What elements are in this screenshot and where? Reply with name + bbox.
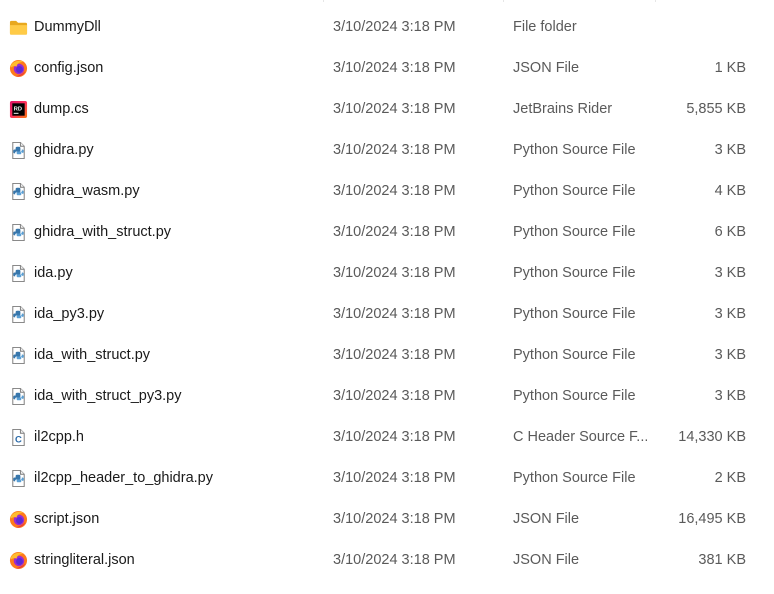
file-name: ida.py	[34, 265, 73, 281]
file-size: 3 KB	[714, 142, 746, 158]
file-type: JetBrains Rider	[513, 101, 613, 117]
svg-text:C: C	[15, 434, 22, 445]
file-size: 381 KB	[698, 552, 746, 568]
file-name: ghidra.py	[34, 142, 94, 158]
file-type: Python Source File	[513, 142, 636, 158]
file-size: 14,330 KB	[678, 429, 746, 445]
file-type: JSON File	[513, 60, 580, 76]
python-file-icon	[9, 469, 28, 488]
file-size: 6 KB	[714, 224, 746, 240]
file-date-modified: 3/10/2024 3:18 PM	[333, 470, 456, 486]
file-row[interactable]: stringliteral.json 3/10/2024 3:18 PM JSON …	[0, 540, 774, 581]
file-size: 2 KB	[714, 470, 746, 486]
file-date-modified: 3/10/2024 3:18 PM	[333, 265, 456, 281]
file-name: ghidra_wasm.py	[34, 183, 140, 199]
file-type: JSON File	[513, 552, 580, 568]
python-file-icon	[9, 223, 28, 242]
firefox-icon	[9, 59, 28, 78]
file-type: Python Source File	[513, 224, 636, 240]
file-date-modified: 3/10/2024 3:18 PM	[333, 60, 456, 76]
file-row[interactable]: ida_with_struct_py3.py 3/10/2024 3:18 PM P…	[0, 376, 774, 417]
file-type: C Header Source F...	[513, 429, 647, 445]
column-divider[interactable]	[323, 0, 324, 2]
file-name: script.json	[34, 511, 100, 527]
file-size: 4 KB	[714, 183, 746, 199]
c-header-file-icon: C	[9, 428, 28, 447]
python-file-icon	[9, 264, 28, 283]
file-row[interactable]: ida_with_struct.py 3/10/2024 3:18 PM Pytho…	[0, 335, 774, 376]
rider-icon: RD	[9, 100, 28, 119]
file-size: 1 KB	[714, 60, 746, 76]
file-row[interactable]: config.json 3/10/2024 3:18 PM JSON File 1 K…	[0, 48, 774, 89]
file-date-modified: 3/10/2024 3:18 PM	[333, 101, 456, 117]
file-type: JSON File	[513, 511, 580, 527]
file-date-modified: 3/10/2024 3:18 PM	[333, 511, 456, 527]
file-row[interactable]: script.json 3/10/2024 3:18 PM JSON File 16,…	[0, 499, 774, 540]
python-file-icon	[9, 387, 28, 406]
column-divider[interactable]	[503, 0, 504, 2]
file-type: Python Source File	[513, 470, 636, 486]
python-file-icon	[9, 182, 28, 201]
file-row[interactable]: ghidra_with_struct.py 3/10/2024 3:18 PM Py…	[0, 212, 774, 253]
file-date-modified: 3/10/2024 3:18 PM	[333, 142, 456, 158]
file-date-modified: 3/10/2024 3:18 PM	[333, 347, 456, 363]
file-type: Python Source File	[513, 347, 636, 363]
file-date-modified: 3/10/2024 3:18 PM	[333, 306, 456, 322]
file-size: 16,495 KB	[678, 511, 746, 527]
file-name: ida_py3.py	[34, 306, 105, 322]
file-type: File folder	[513, 19, 577, 35]
file-name: ghidra_with_struct.py	[34, 224, 172, 240]
file-row[interactable]: RD dump.cs 3/10/2024 3:18 PM JetBrains Rid…	[0, 89, 774, 130]
file-size: 3 KB	[714, 388, 746, 404]
file-date-modified: 3/10/2024 3:18 PM	[333, 388, 456, 404]
file-type: Python Source File	[513, 306, 636, 322]
file-type: Python Source File	[513, 265, 636, 281]
file-date-modified: 3/10/2024 3:18 PM	[333, 429, 456, 445]
file-type: Python Source File	[513, 388, 636, 404]
file-row[interactable]: DummyDll 3/10/2024 3:18 PM File folder	[0, 7, 774, 48]
python-file-icon	[9, 141, 28, 160]
file-size: 3 KB	[714, 347, 746, 363]
file-size: 3 KB	[714, 306, 746, 322]
file-type: Python Source File	[513, 183, 636, 199]
file-date-modified: 3/10/2024 3:18 PM	[333, 224, 456, 240]
file-row[interactable]: C il2cpp.h 3/10/2024 3:18 PM C Header Sour…	[0, 417, 774, 458]
file-date-modified: 3/10/2024 3:18 PM	[333, 552, 456, 568]
file-row[interactable]: ghidra_wasm.py 3/10/2024 3:18 PM Python So…	[0, 171, 774, 212]
file-name: stringliteral.json	[34, 552, 135, 568]
file-row[interactable]: ida.py 3/10/2024 3:18 PM Python Source Fil…	[0, 253, 774, 294]
file-name: il2cpp.h	[34, 429, 84, 445]
firefox-icon	[9, 510, 28, 529]
file-row[interactable]: ida_py3.py 3/10/2024 3:18 PM Python Source…	[0, 294, 774, 335]
file-date-modified: 3/10/2024 3:18 PM	[333, 183, 456, 199]
file-size: 5,855 KB	[686, 101, 746, 117]
file-name: ida_with_struct.py	[34, 347, 151, 363]
file-size: 3 KB	[714, 265, 746, 281]
svg-text:RD: RD	[14, 106, 22, 112]
file-name: dump.cs	[34, 101, 89, 117]
firefox-icon	[9, 551, 28, 570]
file-name: config.json	[34, 60, 104, 76]
file-name: ida_with_struct_py3.py	[34, 388, 182, 404]
file-row[interactable]: ghidra.py 3/10/2024 3:18 PM Python Source …	[0, 130, 774, 171]
file-row[interactable]: il2cpp_header_to_ghidra.py 3/10/2024 3:18…	[0, 458, 774, 499]
file-list: DummyDll 3/10/2024 3:18 PM File folder con…	[0, 7, 774, 581]
python-file-icon	[9, 305, 28, 324]
column-divider[interactable]	[655, 0, 656, 2]
python-file-icon	[9, 346, 28, 365]
folder-icon	[9, 18, 28, 37]
file-name: il2cpp_header_to_ghidra.py	[34, 470, 213, 486]
file-date-modified: 3/10/2024 3:18 PM	[333, 19, 456, 35]
file-name: DummyDll	[34, 19, 101, 35]
